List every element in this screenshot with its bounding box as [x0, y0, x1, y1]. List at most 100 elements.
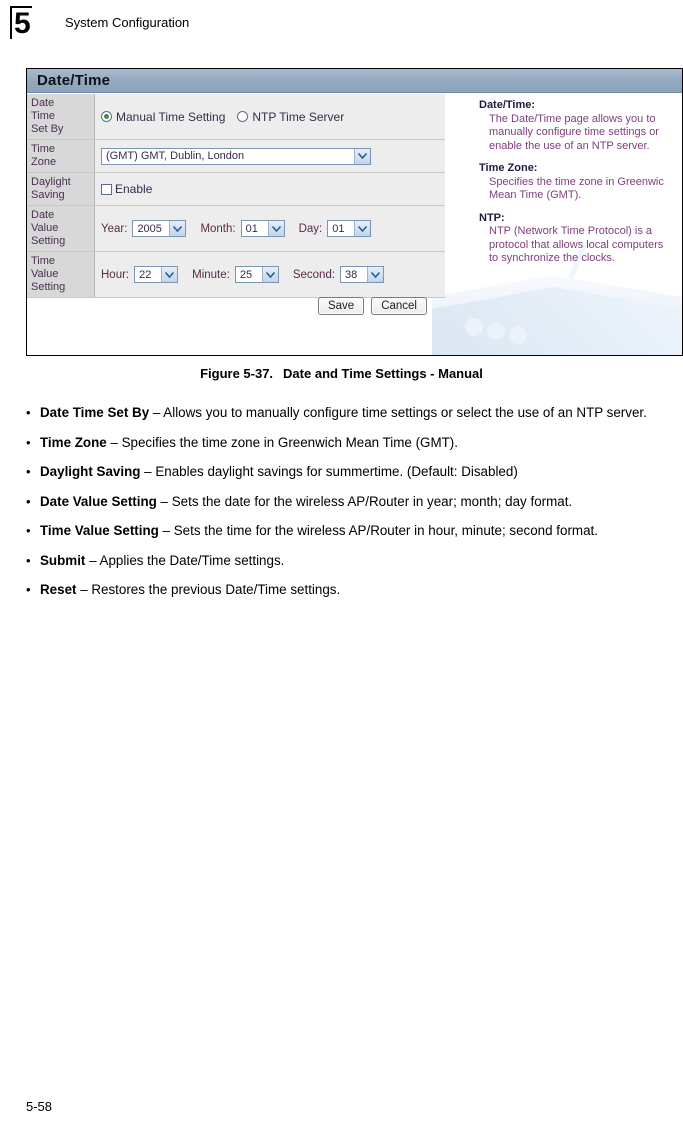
- minute-select-value: 25: [239, 268, 253, 281]
- label-line: Saving: [31, 189, 65, 201]
- time-zone-select-value: (GMT) GMT, Dublin, London: [106, 150, 245, 162]
- field-date-time-set-by: Manual Time Setting NTP Time Server: [95, 94, 445, 139]
- chevron-down-icon[interactable]: [354, 221, 371, 236]
- list-item-term: Time Zone: [40, 434, 107, 450]
- radio-ntp-time-server-label: NTP Time Server: [252, 109, 345, 124]
- page-header: 5 System Configuration: [8, 6, 668, 40]
- label-line: Time: [31, 143, 56, 155]
- panel-title-bar: Date/Time: [27, 69, 682, 93]
- chevron-down-icon[interactable]: [267, 221, 284, 236]
- minute-select[interactable]: 25: [234, 266, 279, 283]
- hour-label: Hour:: [101, 268, 130, 281]
- help-panel: Date/Time: The Date/Time page allows you…: [479, 99, 682, 266]
- label-line: Zone: [31, 156, 57, 168]
- second-select[interactable]: 38: [340, 266, 385, 283]
- list-item: • Date Value Setting – Sets the date for…: [26, 493, 683, 512]
- field-time-zone: (GMT) GMT, Dublin, London: [95, 140, 445, 172]
- help-text-line: manually configure time settings or: [489, 126, 659, 138]
- radio-manual-time-setting-label: Manual Time Setting: [116, 109, 226, 124]
- label-line: Daylight: [31, 176, 71, 188]
- year-label: Year:: [101, 222, 128, 235]
- year-select-value: 2005: [137, 222, 162, 235]
- radio-option-manual-time-setting[interactable]: Manual Time Setting: [101, 110, 225, 124]
- hour-select-value: 22: [139, 268, 152, 281]
- radio-option-ntp-time-server[interactable]: NTP Time Server: [237, 110, 344, 124]
- list-item-text: Reset – Restores the previous Date/Time …: [40, 581, 683, 600]
- list-item-description: – Enables daylight savings for summertim…: [140, 464, 518, 479]
- form-action-buttons: Save Cancel: [27, 297, 445, 315]
- list-item-description: – Restores the previous Date/Time settin…: [76, 582, 341, 597]
- list-item: • Daylight Saving – Enables daylight sav…: [26, 463, 683, 482]
- list-item-term: Date Time Set By: [40, 405, 150, 420]
- month-select-value: 01: [245, 222, 258, 235]
- field-daylight-saving: Enable: [95, 173, 445, 205]
- panel-title: Date/Time: [37, 72, 111, 89]
- bullet-marker: •: [26, 523, 31, 538]
- cancel-button[interactable]: Cancel: [371, 297, 427, 315]
- row-date-time-set-by: Date Time Set By Manual Time Setting NTP…: [27, 94, 445, 140]
- chevron-down-icon[interactable]: [169, 221, 186, 236]
- settings-form: Date Time Set By Manual Time Setting NTP…: [27, 94, 445, 298]
- list-item-text: Time Value Setting – Sets the time for t…: [40, 522, 683, 541]
- bullet-marker: •: [26, 464, 31, 479]
- chevron-down-icon[interactable]: [261, 267, 278, 282]
- minute-label: Minute:: [192, 268, 230, 281]
- list-item-text: Daylight Saving – Enables daylight savin…: [40, 463, 683, 482]
- help-heading-time-zone: Time Zone:: [479, 162, 538, 174]
- row-time-value-setting: Time Value Setting Hour: 22 Minute: 25 S…: [27, 252, 445, 298]
- bullet-marker: •: [26, 493, 31, 509]
- list-item-text: Time Zone – Specifies the time zone in G…: [40, 434, 683, 453]
- label-daylight-saving: Daylight Saving: [27, 173, 95, 205]
- help-text-line: The Date/Time page allows you to: [489, 112, 656, 125]
- help-heading-ntp: NTP:: [479, 211, 505, 224]
- figure-caption-number: Figure 5-37.: [200, 366, 274, 381]
- hour-select[interactable]: 22: [134, 266, 179, 283]
- list-item-description: – Sets the date for the wireless AP/Rout…: [156, 493, 573, 509]
- figure-caption: Figure 5-37. Date and Time Settings - Man…: [0, 366, 683, 381]
- field-date-value-setting: Year: 2005 Month: 01 Day: 01: [95, 206, 445, 251]
- help-text-line: enable the use of an NTP server.: [489, 139, 650, 152]
- day-label: Day:: [298, 222, 323, 235]
- help-text-line: to synchronize the clocks.: [489, 252, 615, 264]
- daylight-saving-enable-checkbox[interactable]: [101, 183, 112, 195]
- label-line: Setting: [31, 235, 66, 247]
- save-button[interactable]: Save: [317, 297, 365, 315]
- list-item: • Date Time Set By – Allows you to manua…: [26, 404, 683, 423]
- list-item-text: Submit – Applies the Date/Time settings.: [40, 552, 683, 571]
- figure-screenshot: Date/Time Date Time Set By Manual Time S…: [26, 68, 683, 356]
- chevron-down-icon[interactable]: [367, 267, 384, 282]
- list-item-description: – Sets the time for the wireless AP/Rout…: [158, 523, 598, 538]
- label-line: Date: [31, 209, 55, 221]
- chevron-down-icon[interactable]: [161, 267, 178, 282]
- list-item-term: Reset: [40, 582, 77, 597]
- bullet-marker: •: [26, 434, 31, 450]
- year-select[interactable]: 2005: [132, 220, 187, 237]
- label-time-value-setting: Time Value Setting: [27, 252, 95, 297]
- list-item-description: – Allows you to manually configure time …: [149, 405, 647, 420]
- day-select[interactable]: 01: [327, 220, 372, 237]
- month-label: Month:: [200, 222, 236, 235]
- daylight-saving-enable-label: Enable: [115, 182, 153, 196]
- page-title: System Configuration: [65, 15, 190, 30]
- chevron-down-icon[interactable]: [354, 148, 370, 164]
- radio-manual-time-setting-icon[interactable]: [101, 111, 112, 122]
- help-text-line: NTP (Network Time Protocol) is a: [489, 225, 653, 237]
- label-line: Time: [31, 255, 56, 267]
- label-line: Time: [31, 110, 56, 122]
- time-zone-select[interactable]: (GMT) GMT, Dublin, London: [101, 147, 371, 165]
- page-number-footer: 5-58: [26, 1099, 53, 1114]
- label-date-value-setting: Date Value Setting: [27, 206, 95, 251]
- figure-caption-title: Date and Time Settings - Manual: [283, 366, 483, 381]
- bullet-marker: •: [26, 405, 31, 420]
- list-item-term: Date Value Setting: [40, 493, 157, 509]
- month-select[interactable]: 01: [240, 220, 285, 237]
- radio-ntp-time-server-icon[interactable]: [237, 111, 249, 122]
- chapter-number: 5: [10, 6, 32, 39]
- list-item-description: – Applies the Date/Time settings.: [85, 552, 285, 568]
- help-heading-date-time: Date/Time:: [479, 99, 536, 111]
- label-time-zone: Time Zone: [27, 140, 95, 172]
- list-item-term: Time Value Setting: [40, 523, 159, 538]
- list-item-text: Date Value Setting – Sets the date for t…: [40, 493, 683, 512]
- label-line: Value: [31, 268, 59, 280]
- list-item-term: Daylight Saving: [40, 464, 141, 479]
